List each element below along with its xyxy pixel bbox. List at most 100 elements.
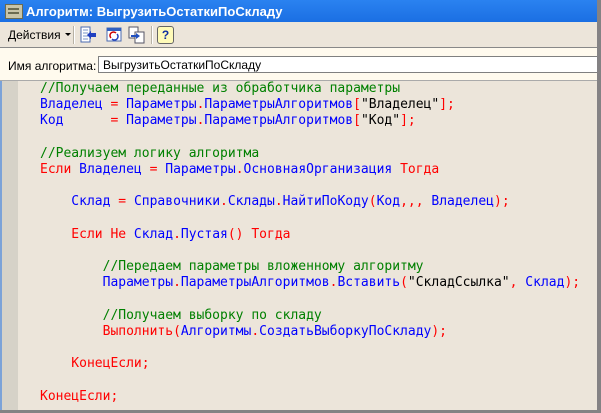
code-token: Склад <box>525 275 565 291</box>
code-line[interactable] <box>40 211 580 227</box>
code-token: Если Не <box>40 226 134 242</box>
code-line[interactable]: Параметры.ПараметрыАлгоритмов.Вставить("… <box>40 275 580 291</box>
code-token: Склад <box>40 194 119 210</box>
code-token: [ <box>353 113 361 129</box>
code-line[interactable]: //Получаем переданные из обработчика пар… <box>40 81 580 97</box>
code-token: //Получаем переданные из обработчика пар… <box>40 81 401 96</box>
code-line[interactable]: //Передаем параметры вложенному алгоритм… <box>40 259 580 275</box>
code-token: Владелец <box>79 161 150 177</box>
code-token: Справочники <box>133 194 221 210</box>
code-token: "Владелец" <box>360 97 440 113</box>
swap-icon <box>128 26 145 43</box>
code-line[interactable]: КонецЕсли; <box>40 389 580 405</box>
code-line[interactable]: Код = Параметры.ПараметрыАлгоритмов["Код… <box>40 113 580 129</box>
move-left-button[interactable] <box>79 25 97 44</box>
code-token: . <box>220 194 228 210</box>
code-token: Выполнить <box>40 323 174 339</box>
name-row: Имя алгоритма: ВыгрузитьОстаткиПоСкладу <box>0 47 597 81</box>
actions-label: Действия <box>8 27 61 42</box>
code-token: . <box>251 323 260 339</box>
help-icon: ? <box>157 25 174 44</box>
code-token: . <box>235 161 244 177</box>
code-token: ( <box>400 275 408 291</box>
code-token: Пустая <box>180 226 228 242</box>
code-token: "Код" <box>360 113 401 129</box>
toolbar: Действия ? <box>0 22 597 47</box>
code-token: ПараметрыАлгоритмов <box>180 275 330 291</box>
code-token: ); <box>564 275 581 291</box>
code-token: КонецЕсли; <box>40 356 150 372</box>
algorithm-name-input[interactable]: ВыгрузитьОстаткиПоСкладу <box>98 56 597 73</box>
code-token: Параметры <box>165 161 236 177</box>
code-line[interactable] <box>40 130 580 146</box>
code-token: ПараметрыАлгоритмов <box>204 113 354 129</box>
code-token: ]; <box>439 97 455 113</box>
code-token: Владелец <box>431 194 494 210</box>
code-line[interactable] <box>40 372 580 388</box>
code-token: ); <box>431 323 448 339</box>
code-token: ]; <box>400 113 416 129</box>
code-line[interactable]: //Реализуем логику алгоритма <box>40 146 580 162</box>
code-token: ( <box>173 323 181 339</box>
code-line[interactable]: Склад = Справочники.Склады.НайтиПоКоду(К… <box>40 194 580 210</box>
code-token: Тогда <box>400 161 440 177</box>
code-token: Если <box>40 161 80 177</box>
code-token: ОсновнаяОрганизация <box>243 161 401 177</box>
code-token: . <box>173 226 181 242</box>
code-token: ( <box>368 194 377 210</box>
code-line[interactable]: //Получаем выборку по складу <box>40 308 580 324</box>
code-token: Параметры <box>40 275 174 291</box>
code-token: = <box>110 97 127 113</box>
code-token: Алгоритмы <box>180 323 252 339</box>
code-token: Владелец <box>40 97 111 113</box>
code-line[interactable] <box>40 340 580 356</box>
code-line[interactable]: Если Не Склад.Пустая() Тогда <box>40 227 580 243</box>
code-token: СоздатьВыборкуПоСкладу <box>259 323 432 339</box>
code-editor[interactable]: //Получаем переданные из обработчика пар… <box>0 80 597 410</box>
help-button[interactable]: ? <box>157 25 175 44</box>
code-line[interactable]: КонецЕсли; <box>40 356 580 372</box>
refresh-button[interactable] <box>105 25 123 44</box>
actions-menu-button[interactable]: Действия <box>8 25 71 44</box>
algorithm-name-label: Имя алгоритма: <box>8 59 97 73</box>
code-token: Код <box>40 113 111 129</box>
window-icon <box>5 4 23 19</box>
code-token: () Тогда <box>227 226 291 242</box>
code-token: КонецЕсли; <box>40 388 119 404</box>
code-line[interactable] <box>40 243 580 259</box>
editor-gutter <box>2 81 18 410</box>
code-line[interactable] <box>40 178 580 194</box>
code-token: Склады <box>227 194 275 210</box>
code-token: НайтиПоКоду <box>282 194 369 210</box>
dropdown-arrow-icon <box>64 33 71 36</box>
code-token: ,,, <box>400 194 432 210</box>
title-bar: Алгоритм: ВыгрузитьОстаткиПоСкладу <box>0 0 597 22</box>
code-token: = <box>110 113 127 129</box>
code-text[interactable]: //Получаем переданные из обработчика пар… <box>40 81 580 405</box>
code-line[interactable] <box>40 291 580 307</box>
code-token: [ <box>353 97 361 113</box>
refresh-icon <box>106 27 122 41</box>
code-line[interactable]: Если Владелец = Параметры.ОсновнаяОргани… <box>40 162 580 178</box>
code-line[interactable]: Выполнить(Алгоритмы.СоздатьВыборкуПоСкла… <box>40 324 580 340</box>
code-token: Склад <box>133 226 174 242</box>
code-token: ПараметрыАлгоритмов <box>204 97 354 113</box>
code-token: = <box>149 161 166 177</box>
algorithm-window: Алгоритм: ВыгрузитьОстаткиПоСкладу Дейст… <box>0 0 601 413</box>
code-token: //Получаем выборку по складу <box>40 307 322 323</box>
toolbar-separator <box>151 26 153 44</box>
code-token: //Передаем параметры вложенному алгоритм… <box>40 259 424 275</box>
swap-button[interactable] <box>128 25 146 44</box>
code-token: Параметры <box>126 97 197 113</box>
move-left-icon <box>80 26 96 42</box>
code-token: //Реализуем логику алгоритма <box>40 145 260 161</box>
code-token: = <box>118 194 134 210</box>
code-token: Параметры <box>126 113 197 129</box>
code-line[interactable]: Владелец = Параметры.ПараметрыАлгоритмов… <box>40 97 580 113</box>
code-token: . <box>274 194 283 210</box>
code-token: Вставить <box>337 275 401 291</box>
code-token: Код <box>376 194 401 210</box>
code-token: , <box>509 275 526 291</box>
toolbar-separator <box>73 26 75 44</box>
code-token: . <box>173 275 181 291</box>
